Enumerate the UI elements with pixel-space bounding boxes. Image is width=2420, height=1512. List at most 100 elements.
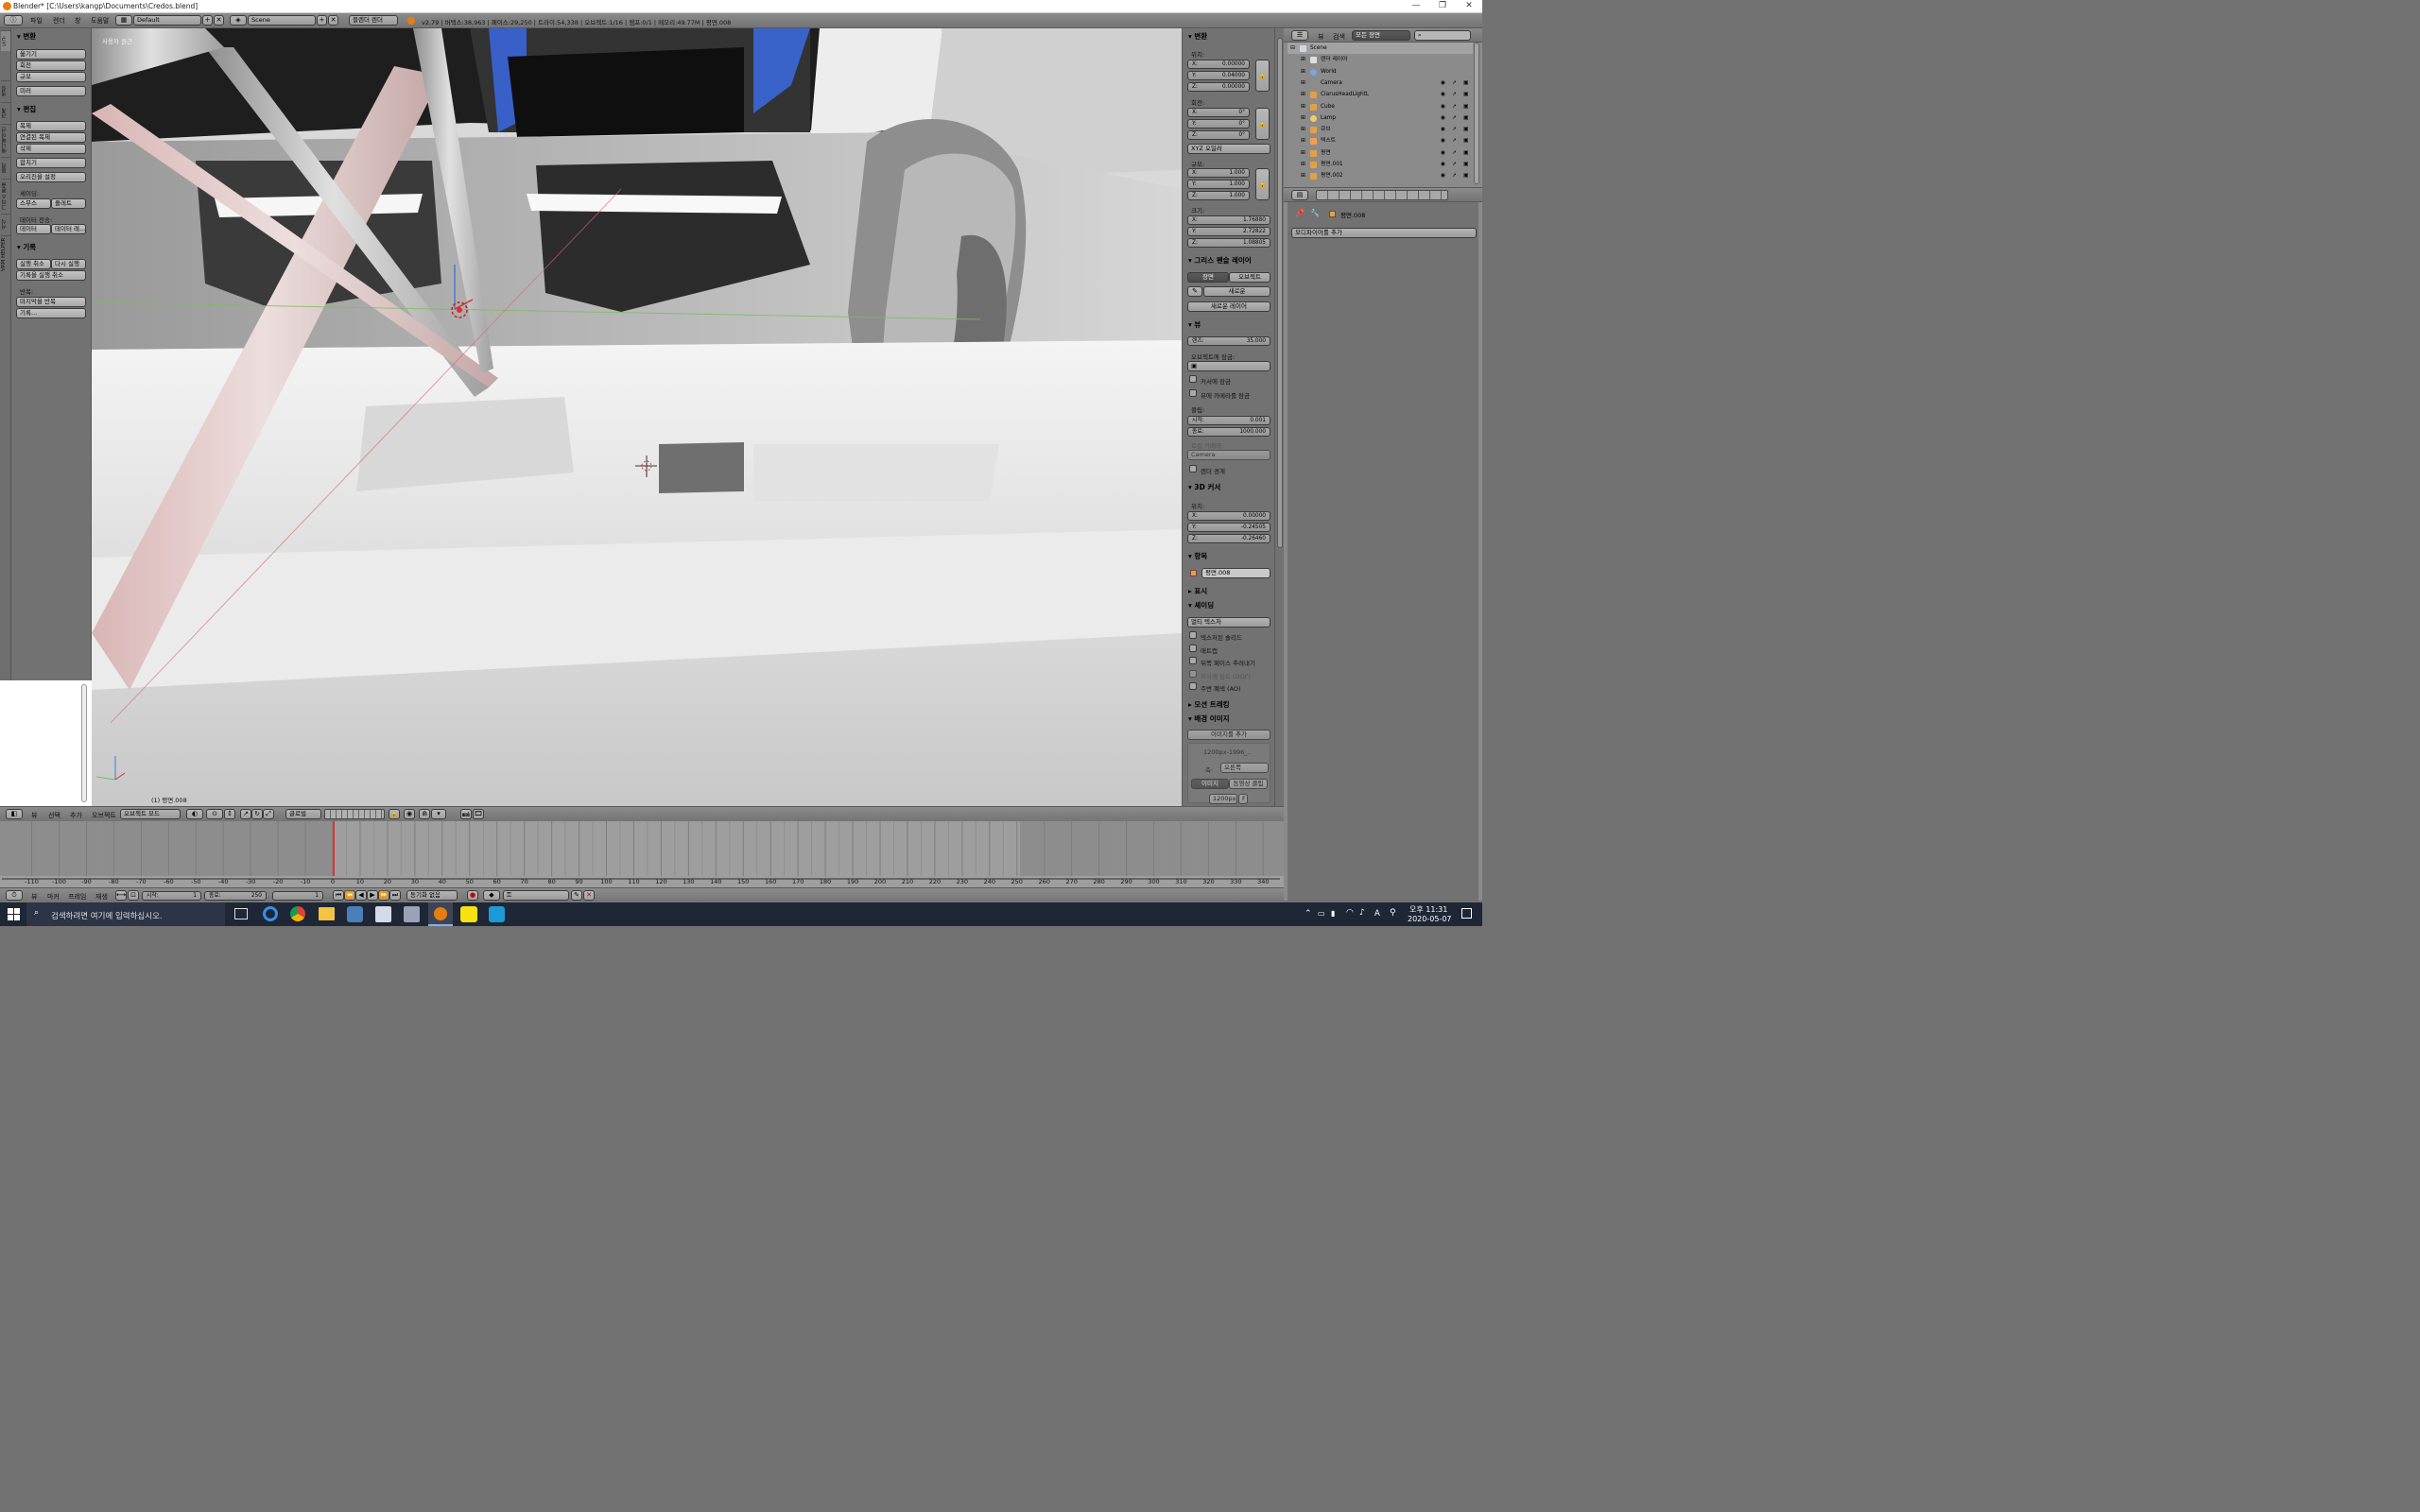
bg-file-field[interactable]: 1200px- [1209, 794, 1237, 804]
add-layout-button[interactable]: + [202, 15, 213, 26]
scene-icon[interactable]: ◈ [230, 15, 247, 26]
visibility-eye-icon[interactable]: ◉ [1441, 77, 1445, 89]
keying-set-icon[interactable]: ◆ [483, 890, 500, 901]
current-frame-field[interactable]: 1 [272, 891, 323, 901]
backface-culling-checkbox[interactable] [1189, 657, 1197, 664]
render-camera-icon[interactable]: ▣ [1463, 112, 1468, 124]
outliner-row[interactable]: ⊞ 평면.002 ◉ ➚ ▣ [1288, 170, 1473, 181]
render-border-checkbox[interactable] [1189, 465, 1197, 472]
tab-physics[interactable]: 물리 [1, 157, 10, 178]
menu-window[interactable]: 창 [75, 16, 80, 26]
object-name-field[interactable]: 평면.008 [1201, 568, 1270, 578]
panel-view-header[interactable]: ▾ 뷰 [1188, 319, 1201, 330]
location-x-field[interactable]: X: 0.00000 [1187, 60, 1250, 69]
delete-button[interactable]: 삭제 [16, 144, 86, 154]
menu-object[interactable]: 오브젝트 [92, 811, 116, 820]
collapse-icon[interactable]: ⊟ [1290, 43, 1295, 54]
docs-app-icon[interactable] [375, 906, 391, 922]
opengl-animation-icon[interactable]: 🎞 [473, 809, 484, 819]
history-button[interactable]: 기록... [16, 308, 86, 318]
properties-context-tabs[interactable] [1316, 190, 1448, 200]
outliner-editor-icon[interactable]: ☰ [1291, 30, 1308, 41]
screen-layout-icon[interactable]: ▦ [115, 15, 132, 26]
expand-icon[interactable]: ⊞ [1301, 101, 1305, 112]
visibility-eye-icon[interactable]: ◉ [1441, 101, 1445, 112]
outliner-search-menu[interactable]: 검색 [1333, 32, 1345, 42]
render-camera-icon[interactable]: ▣ [1463, 135, 1468, 146]
matcap-checkbox[interactable] [1189, 644, 1197, 652]
panel-motion-tracking-header[interactable]: ▸ 모션 트래킹 [1188, 699, 1230, 710]
dimensions-y-field[interactable]: Y: 2.72822 [1187, 227, 1270, 236]
bg-source-movie-toggle[interactable]: 동영상 클립 [1229, 779, 1268, 789]
render-camera-icon[interactable]: ▣ [1463, 159, 1468, 170]
clip-end-field[interactable]: 종료: 1000.000 [1187, 427, 1270, 437]
3d-view-editor-icon[interactable]: ◧ [6, 809, 23, 819]
outliner-scrollbar[interactable] [1473, 43, 1480, 184]
editor-type-info-icon[interactable]: ⓘ [4, 15, 23, 26]
screen-layout-field[interactable]: Default [133, 15, 201, 26]
menu-view[interactable]: 뷰 [31, 811, 37, 820]
lock-layers-icon[interactable]: 🔒 [389, 809, 400, 819]
rotate-manipulator-icon[interactable]: ↻ [251, 809, 263, 819]
translate-button[interactable]: 옮기기 [16, 49, 86, 60]
scroll-thumb[interactable] [1277, 38, 1283, 548]
tab-create[interactable]: 생성 [1, 80, 10, 101]
windows-start-icon[interactable] [8, 908, 20, 920]
panel-history-header[interactable]: ▾ 기록 [17, 242, 36, 252]
jump-end-icon[interactable]: ⏭ [389, 890, 401, 901]
flat-shading-button[interactable]: 플레트 [51, 198, 86, 209]
play-reverse-icon[interactable]: ◀ [355, 890, 367, 901]
select-arrow-icon[interactable]: ➚ [1452, 147, 1457, 159]
menu-help[interactable]: 도움말 [91, 16, 109, 26]
transform-orientation-select[interactable]: 글로벌 [285, 809, 321, 819]
maximize-button[interactable]: ❐ [1429, 0, 1456, 13]
undo-button[interactable]: 실행 취소 [16, 259, 51, 269]
timeline-editor-icon[interactable]: ⏱ [6, 890, 23, 901]
panel-shading-header[interactable]: ▾ 셰이딩 [1188, 600, 1214, 610]
play-icon[interactable]: ▶ [367, 890, 378, 901]
dof-checkbox[interactable] [1189, 670, 1197, 678]
app-icon[interactable] [489, 906, 505, 922]
mirror-button[interactable]: 미러 [16, 86, 86, 96]
pin-icon[interactable]: 📌 [1295, 209, 1305, 217]
outliner-row[interactable]: ⊞ ClarusHeadLightL ◉ ➚ ▣ [1288, 89, 1473, 100]
gp-object-toggle[interactable]: 오브젝트 [1229, 272, 1270, 283]
scale-x-field[interactable]: X: 1.000 [1187, 168, 1250, 178]
lock-time-icon[interactable]: ⊡ [128, 890, 139, 901]
render-camera-icon[interactable]: ▣ [1463, 124, 1468, 135]
expand-icon[interactable]: ⊞ [1301, 66, 1305, 77]
scroll-thumb[interactable] [1474, 43, 1479, 184]
dimensions-z-field[interactable]: Z: 1.08805 [1187, 238, 1270, 248]
tray-volume-icon[interactable]: ♪ [1359, 908, 1365, 918]
set-origin-select[interactable]: 오리진을 설정 [16, 172, 86, 182]
menu-playback[interactable]: 재생 [95, 892, 108, 902]
select-arrow-icon[interactable]: ➚ [1452, 77, 1457, 89]
panel-edit-header[interactable]: ▾ 편집 [17, 104, 36, 114]
viewport-shading-select[interactable]: ◐ [186, 809, 203, 819]
select-arrow-icon[interactable]: ➚ [1452, 159, 1457, 170]
clip-start-field[interactable]: 시작: 0.001 [1187, 416, 1270, 425]
3d-viewport[interactable]: 사용자 원근 (1) 평면.008 [92, 28, 1182, 806]
select-arrow-icon[interactable]: ➚ [1452, 124, 1457, 135]
smooth-shading-button[interactable]: 스무스 [16, 198, 51, 209]
panel-display-header[interactable]: ▸ 표시 [1188, 586, 1207, 596]
duplicate-linked-button[interactable]: 연결된 복제 [16, 132, 86, 143]
rotation-mode-select[interactable]: XYZ 오일러 [1187, 144, 1270, 154]
visibility-eye-icon[interactable]: ◉ [1441, 112, 1445, 124]
render-camera-icon[interactable]: ▣ [1463, 77, 1468, 89]
frame-start-field[interactable]: 시작: 1 [142, 891, 201, 901]
lock-location-icon[interactable]: 🔒 [1255, 60, 1270, 92]
location-z-field[interactable]: Z: 0.00000 [1187, 82, 1250, 92]
render-camera-icon[interactable]: ▣ [1463, 101, 1468, 112]
scale-manipulator-icon[interactable]: ⤢ [263, 809, 274, 819]
rotate-button[interactable]: 회전 [16, 60, 86, 71]
taskbar-time[interactable]: 오후 11:31 [1409, 904, 1447, 915]
jump-start-icon[interactable]: ⏮ [333, 890, 344, 901]
tray-pen-icon[interactable]: ⚲ [1390, 908, 1396, 918]
outliner-row[interactable]: ⊞ Cube ◉ ➚ ▣ [1288, 101, 1473, 112]
tab-grease-pencil[interactable]: 그리스 펜슬 [1, 179, 10, 213]
remove-layout-button[interactable]: ✕ [214, 15, 224, 26]
remove-scene-button[interactable]: ✕ [328, 15, 338, 26]
menu-frame[interactable]: 프레임 [68, 892, 86, 902]
notification-icon[interactable] [1461, 908, 1472, 919]
